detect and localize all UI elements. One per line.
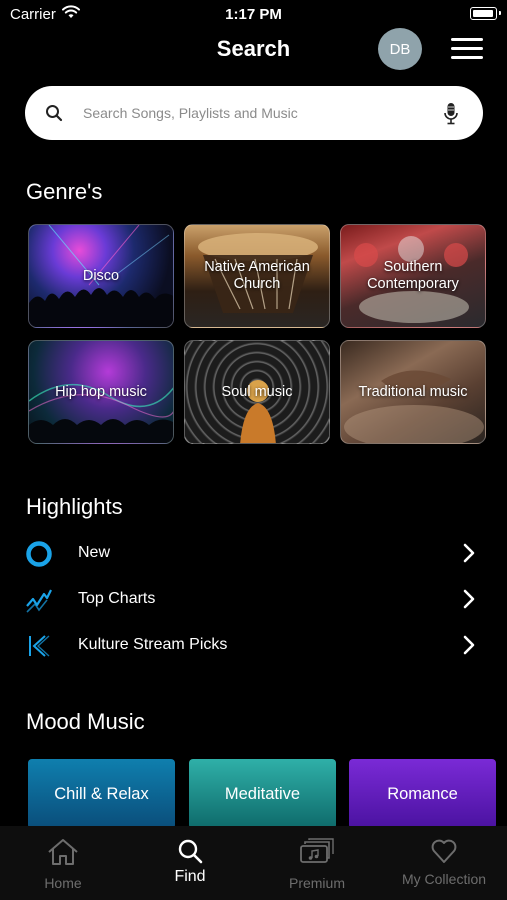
status-bar: Carrier 1:17 PM [0,0,507,28]
mood-card-meditative[interactable]: Meditative [189,759,336,829]
kulture-logo-icon [25,632,53,660]
highlight-row-kulture-stream-picks[interactable]: Kulture Stream Picks [0,625,507,665]
heart-icon [381,838,507,864]
mood-section-title: Mood Music [26,709,145,734]
battery-icon [470,7,501,20]
microphone-icon[interactable] [443,102,459,131]
chevron-right-icon [462,543,476,568]
genre-label: Hip hop music [55,383,147,400]
genre-card-traditional-music[interactable]: Traditional music [340,340,486,444]
genre-card-native-american-church[interactable]: Native American Church [184,224,330,328]
highlights-section-title: Highlights [26,494,123,519]
search-input[interactable] [83,86,423,140]
page-title: Search [216,36,291,61]
genre-label: Disco [82,267,120,284]
genre-card-soul-music[interactable]: Soul music [184,340,330,444]
tab-my-collection[interactable]: My Collection [381,826,507,900]
trend-chart-icon [25,586,53,614]
tab-label: Find [174,868,206,885]
tab-label: My Collection [401,871,487,887]
search-bar[interactable] [25,86,483,140]
genre-label: Southern Contemporary [367,259,459,292]
highlight-label: New [78,544,111,561]
avatar[interactable]: DB [378,28,422,70]
circle-ring-icon [25,540,53,568]
search-icon [127,838,253,864]
genre-label: Native American Church [204,259,310,292]
genre-label: Soul music [221,383,293,400]
premium-icon [254,838,380,864]
tab-label: Premium [288,875,345,891]
genre-label: Traditional music [358,383,468,400]
mood-card-romance[interactable]: Romance [349,759,496,829]
highlight-row-new[interactable]: New [0,533,507,573]
genre-card-southern-contemporary[interactable]: Southern Contemporary [340,224,486,328]
home-icon [0,838,126,866]
hamburger-menu-icon[interactable] [451,38,483,60]
search-icon [45,104,63,127]
highlight-label: Kulture Stream Picks [78,636,228,653]
genres-section-title: Genre's [26,179,103,204]
highlight-label: Top Charts [78,590,156,607]
tab-bar: Home Find Premium My Collection [0,826,507,900]
tab-home[interactable]: Home [0,826,126,900]
clock: 1:17 PM [225,6,282,23]
chevron-right-icon [462,589,476,614]
genre-card-hip-hop-music[interactable]: Hip hop music [28,340,174,444]
tab-label: Home [44,875,82,891]
mood-card-chill-relax[interactable]: Chill & Relax [28,759,175,829]
tab-premium[interactable]: Premium [254,826,380,900]
highlight-row-top-charts[interactable]: Top Charts [0,579,507,619]
chevron-right-icon [462,635,476,660]
tab-find[interactable]: Find [127,826,253,900]
genre-card-disco[interactable]: Disco [28,224,174,328]
